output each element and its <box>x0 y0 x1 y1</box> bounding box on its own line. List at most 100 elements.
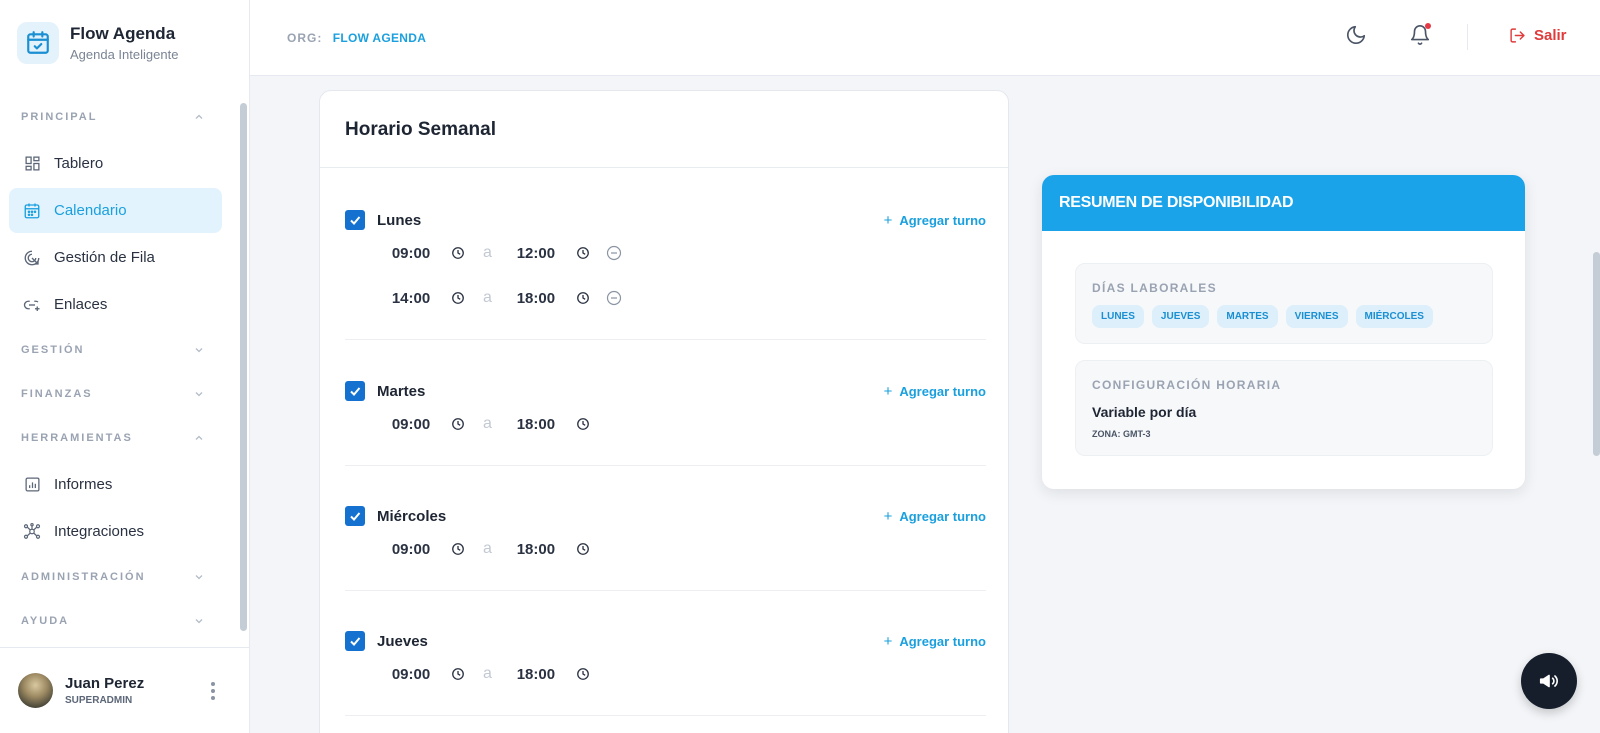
divider <box>345 715 986 716</box>
time-to-input[interactable]: 18:00 <box>512 666 560 683</box>
announcements-button[interactable] <box>1521 653 1577 709</box>
clock-icon[interactable] <box>576 291 590 305</box>
time-to-input[interactable]: 18:00 <box>512 541 560 558</box>
section-ayuda[interactable]: AYUDA <box>0 599 236 643</box>
clock-icon[interactable] <box>451 667 465 681</box>
time-to-input[interactable]: 18:00 <box>512 416 560 433</box>
plus-icon: + <box>883 383 893 400</box>
remove-shift-icon[interactable] <box>606 290 622 306</box>
page-scrollbar[interactable] <box>1593 252 1600 456</box>
plus-icon: + <box>883 212 893 229</box>
time-from-input[interactable]: 09:00 <box>387 666 435 683</box>
workday-chip: MARTES <box>1217 305 1278 328</box>
time-from-input[interactable]: 09:00 <box>387 416 435 433</box>
shift-row: 14:00 a 18:00 <box>387 286 622 310</box>
sidebar-item-integraciones[interactable]: Integraciones <box>9 509 222 554</box>
range-separator: a <box>483 665 492 682</box>
time-to-input[interactable]: 12:00 <box>512 245 560 262</box>
sidebar-item-informes[interactable]: Informes <box>9 462 222 507</box>
section-administracion[interactable]: ADMINISTRACIÓN <box>0 555 236 599</box>
summary-header: RESUMEN DE DISPONIBILIDAD <box>1042 175 1525 231</box>
add-shift-button[interactable]: + Agregar turno <box>884 212 986 229</box>
timezone-label: ZONA: GMT-3 <box>1092 429 1151 439</box>
weekly-schedule-card: Horario Semanal Lunes + Agregar turno 09:… <box>319 90 1009 733</box>
day-checkbox[interactable] <box>345 631 365 651</box>
org-value[interactable]: FLOW AGENDA <box>333 31 427 45</box>
clock-icon[interactable] <box>576 246 590 260</box>
section-herramientas[interactable]: HERRAMIENTAS <box>0 416 236 460</box>
remove-shift-icon[interactable] <box>606 245 622 261</box>
add-shift-button[interactable]: + Agregar turno <box>884 508 986 525</box>
divider <box>345 339 986 340</box>
sidebar-item-label: Gestión de Fila <box>54 249 155 266</box>
clock-icon[interactable] <box>451 291 465 305</box>
workday-chip: JUEVES <box>1151 305 1210 328</box>
chevron-down-icon <box>195 619 203 624</box>
config-label: CONFIGURACIÓN HORARIA <box>1092 378 1282 392</box>
time-from-input[interactable]: 09:00 <box>387 245 435 262</box>
logout-button[interactable]: Salir <box>1509 27 1567 44</box>
section-label: ADMINISTRACIÓN <box>21 571 146 583</box>
brand-title: Flow Agenda <box>70 24 176 43</box>
section-label: PRINCIPAL <box>21 111 98 123</box>
brand-subtitle: Agenda Inteligente <box>70 47 179 62</box>
add-shift-label: Agregar turno <box>899 213 986 228</box>
section-principal[interactable]: PRINCIPAL <box>0 95 236 139</box>
section-label: FINANZAS <box>21 388 93 400</box>
range-separator: a <box>483 415 492 432</box>
time-from-input[interactable]: 09:00 <box>387 541 435 558</box>
day-checkbox[interactable] <box>345 381 365 401</box>
sidebar-item-label: Tablero <box>54 155 104 172</box>
day-checkbox[interactable] <box>345 210 365 230</box>
logout-icon <box>1510 28 1525 43</box>
workday-chips: LUNES JUEVES MARTES VIERNES MIÉRCOLES <box>1092 305 1492 328</box>
more-options-icon[interactable] <box>211 682 215 700</box>
schedule-config-box: CONFIGURACIÓN HORARIA Variable por día Z… <box>1075 360 1493 456</box>
sidebar-item-enlaces[interactable]: Enlaces <box>9 282 222 327</box>
clock-icon[interactable] <box>451 542 465 556</box>
day-row-martes: Martes + Agregar turno 09:00 a 18:00 <box>345 380 986 433</box>
workday-chip: VIERNES <box>1285 305 1348 328</box>
shift-row: 09:00 a 18:00 <box>387 537 590 561</box>
user-profile[interactable]: Juan Perez SUPERADMIN <box>0 647 249 733</box>
workdays-box: DÍAS LABORALES LUNES JUEVES MARTES VIERN… <box>1075 263 1493 344</box>
day-checkbox[interactable] <box>345 506 365 526</box>
moon-icon[interactable] <box>1345 24 1367 46</box>
sidebar-item-calendario[interactable]: Calendario <box>9 188 222 233</box>
workday-chip: MIÉRCOLES <box>1355 305 1433 328</box>
section-label: HERRAMIENTAS <box>21 432 133 444</box>
avatar <box>18 673 53 708</box>
time-from-input[interactable]: 14:00 <box>387 290 435 307</box>
section-finanzas[interactable]: FINANZAS <box>0 372 236 416</box>
availability-summary-card: RESUMEN DE DISPONIBILIDAD DÍAS LABORALES… <box>1042 175 1525 489</box>
shift-row: 09:00 a 18:00 <box>387 662 590 686</box>
clock-icon[interactable] <box>576 667 590 681</box>
clock-icon[interactable] <box>451 417 465 431</box>
megaphone-icon <box>1539 674 1558 688</box>
calendar-check-icon <box>17 22 59 64</box>
add-shift-label: Agregar turno <box>899 634 986 649</box>
add-shift-button[interactable]: + Agregar turno <box>884 633 986 650</box>
brand[interactable]: Flow Agenda Agenda Inteligente <box>17 22 178 64</box>
section-gestion[interactable]: GESTIÓN <box>0 328 236 372</box>
day-row-miercoles: Miércoles + Agregar turno 09:00 a 18:00 <box>345 505 986 558</box>
summary-title: RESUMEN DE DISPONIBILIDAD <box>1059 194 1294 211</box>
top-header: ORG: FLOW AGENDA Salir <box>250 0 1600 76</box>
sidebar-nav: PRINCIPAL Tablero Calendario Gestión de … <box>0 95 236 643</box>
clock-icon[interactable] <box>576 542 590 556</box>
chevron-down-icon <box>195 348 203 353</box>
chevron-down-icon <box>195 575 203 580</box>
logout-label: Salir <box>1534 27 1567 44</box>
add-shift-label: Agregar turno <box>899 384 986 399</box>
clock-icon[interactable] <box>576 417 590 431</box>
add-shift-button[interactable]: + Agregar turno <box>884 383 986 400</box>
config-value: Variable por día <box>1092 404 1197 420</box>
network-icon <box>23 523 41 541</box>
sidebar-item-gestion-fila[interactable]: Gestión de Fila <box>9 235 222 280</box>
card-title: Horario Semanal <box>345 119 496 140</box>
sidebar-item-tablero[interactable]: Tablero <box>9 141 222 186</box>
clock-icon[interactable] <box>451 246 465 260</box>
day-row-jueves: Jueves + Agregar turno 09:00 a 18:00 <box>345 630 986 683</box>
sidebar-scrollbar[interactable] <box>240 103 247 631</box>
time-to-input[interactable]: 18:00 <box>512 290 560 307</box>
